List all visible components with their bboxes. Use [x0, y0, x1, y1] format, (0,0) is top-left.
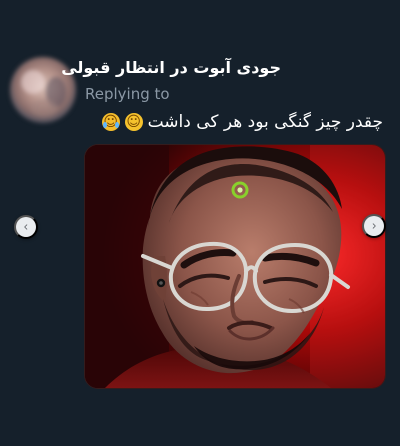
chevron-left-icon — [24, 224, 28, 230]
face-with-tears-of-joy-icon: ☺ — [101, 113, 120, 131]
man-with-glasses-photo — [85, 145, 385, 388]
tweet-text: چقدر چیز گنگی بود هر کی داشت ☺ ☺ — [101, 110, 383, 134]
display-name[interactable]: جودی آبوت در انتظار قبولی — [61, 57, 281, 79]
chevron-right-icon — [372, 223, 376, 229]
replying-to-label: Replying to — [85, 85, 170, 103]
tweet-card: جودی آبوت در انتظار قبولی Replying to چق… — [0, 0, 400, 446]
next-media-button[interactable]: chevron-right-icon — [362, 214, 386, 238]
avatar-chin-shadow — [30, 99, 58, 117]
avatar-face-highlight — [21, 70, 45, 94]
slightly-smiling-face-icon: ☺ — [124, 113, 143, 131]
tweet-media-image[interactable] — [84, 144, 386, 389]
previous-media-button[interactable]: chevron-left-icon — [14, 215, 38, 239]
tweet-message: چقدر چیز گنگی بود هر کی داشت — [147, 112, 383, 132]
